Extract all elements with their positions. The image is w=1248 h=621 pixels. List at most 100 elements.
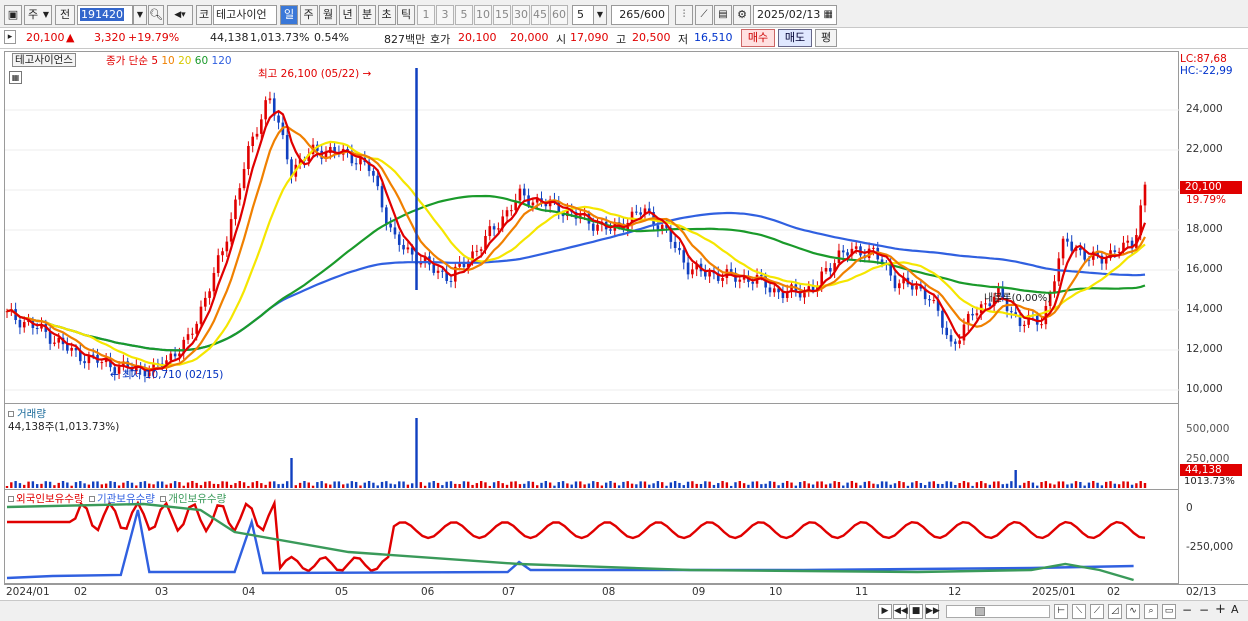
period-tab[interactable]: 주 [299,5,318,25]
scroll-right-icon[interactable]: ▶ [878,604,892,619]
interval-button[interactable]: 30 [512,5,530,25]
code-input[interactable]: 191420 [77,5,133,25]
interval-button[interactable]: 45 [531,5,549,25]
period-tab[interactable]: 분 [358,5,376,25]
stock-tag[interactable]: 테고사이언스 [12,53,76,67]
stop-icon[interactable]: ■ [909,604,923,619]
volume-bar [1061,481,1065,488]
volume-bar [436,482,440,488]
ma-legend-title: 종가 단순 [106,55,148,67]
settings-gear-icon[interactable]: ⚙ [733,5,751,25]
ma-legend[interactable]: 종가 단순 5 10 20 60 120 [106,53,232,68]
x-tick: 2024/01 [6,586,50,598]
wave-icon[interactable]: ∿ [1126,604,1140,619]
candle-body [234,199,237,220]
rewind-icon[interactable]: ◀◀ [893,604,908,619]
volume-bar [790,482,793,488]
prev-button[interactable]: 전 [55,5,75,25]
print-icon[interactable]: ▭ [1162,604,1176,619]
zoom-in-icon[interactable]: + [1215,602,1226,617]
eval-button[interactable]: 평 [815,29,837,47]
line-chart-icon[interactable]: ⟍ [1072,604,1086,619]
interval-button[interactable]: 5 [455,5,473,25]
buy-button[interactable]: 매수 [741,29,775,47]
volume-bar [10,482,13,488]
period-tab[interactable]: 월 [319,5,337,25]
trend-icon[interactable]: ⟋ [1090,604,1104,619]
volume-bar [122,482,125,488]
zoom-out-icon[interactable]: − [1182,603,1192,617]
zoom-dash-icon[interactable]: − [1199,603,1209,617]
volume-bar [380,481,384,488]
save-icon[interactable]: ▤ [714,5,732,25]
candle-body [768,287,772,293]
area-icon[interactable]: ◿ [1108,604,1122,619]
line-tool-icon[interactable]: ⟋ [695,5,713,25]
volume-bar [648,484,651,488]
volume-bar [1135,483,1138,488]
candle-body [255,133,259,137]
foreign-holding-line [7,498,1146,573]
volume-bar [863,481,867,488]
volume-bar [958,483,961,488]
interval-button[interactable]: 3 [436,5,454,25]
volume-bar [1023,482,1026,488]
volume-bar [734,482,737,488]
period-tab[interactable]: 년 [338,5,357,25]
volume-bar [471,484,474,488]
volume-bar [113,481,116,488]
volume-bar [264,484,267,488]
hc-label: HC:-22,99 [1180,65,1233,77]
data-count-field[interactable]: 265/600 [611,5,669,25]
candle-body [1079,248,1082,251]
candle-body [1117,251,1121,253]
interval-button[interactable]: 15 [493,5,511,25]
type-label[interactable]: 코 [196,5,212,25]
ma120-label: 120 [211,55,232,67]
candle-body [958,340,961,344]
interval-button[interactable]: 1 [417,5,435,25]
volume-bar [1130,484,1134,488]
toolbar: ▣ 주 ▼ 전 191420 ▼ 🔍︎ ◀▾ 코 테고사이언 일주월년분초틱 13… [0,0,1248,28]
scroll-track[interactable] [946,605,1050,618]
volume-bar [755,481,759,488]
panel-divider[interactable] [4,489,1179,490]
fast-forward-icon[interactable]: ▶▶ [925,604,940,619]
volume-bar [1001,484,1004,488]
scroll-thumb[interactable] [975,607,985,616]
candle-body [691,269,694,275]
volume-bar [1126,481,1129,488]
interval-dropdown-icon[interactable]: ▼ [593,5,607,25]
holder-legend[interactable]: 외국인보유수량 기관보유수량 개인보유수량 [8,491,226,506]
candle-type-icon[interactable]: ⫶ [675,5,693,25]
candle-body [760,274,763,276]
date-field[interactable]: 2025/02/13 ▦ [753,5,837,25]
zoom-range-icon[interactable]: ⊢ [1054,604,1068,619]
candle-body [397,234,401,245]
period-tab[interactable]: 일 [280,5,298,25]
period-tab[interactable]: 틱 [397,5,415,25]
volume-bar [742,483,746,488]
grid-toggle-icon[interactable]: ▦ [9,71,22,84]
interval-button[interactable]: 60 [550,5,568,25]
magnify-icon[interactable]: ⌕ [1144,604,1158,619]
sound-icon[interactable]: ◀▾ [167,5,193,25]
expand-icon[interactable]: ▸ [4,30,16,44]
chart-menu-icon[interactable]: ▣ [4,5,22,25]
sell-button[interactable]: 매도 [778,29,812,47]
ma60-label: 60 [194,55,209,67]
volume-bar [66,482,69,488]
volume-bar [1096,482,1099,488]
code-dropdown-icon[interactable]: ▼ [133,5,147,25]
market-select[interactable]: 주 ▼ [24,5,52,25]
candle-body [1126,240,1130,243]
stock-name-field[interactable]: 테고사이언 [213,5,277,25]
panel-divider[interactable] [4,403,1179,404]
right-axis[interactable]: LC:87,68 HC:-22,99 24,000 22,000 20,100 … [1180,51,1248,584]
search-icon[interactable]: 🔍︎ [148,5,164,25]
interval-button[interactable]: 10 [474,5,492,25]
candle-body [1010,311,1013,313]
candle-body [673,241,677,248]
period-tab[interactable]: 초 [377,5,396,25]
font-size-icon[interactable]: A [1231,603,1239,616]
